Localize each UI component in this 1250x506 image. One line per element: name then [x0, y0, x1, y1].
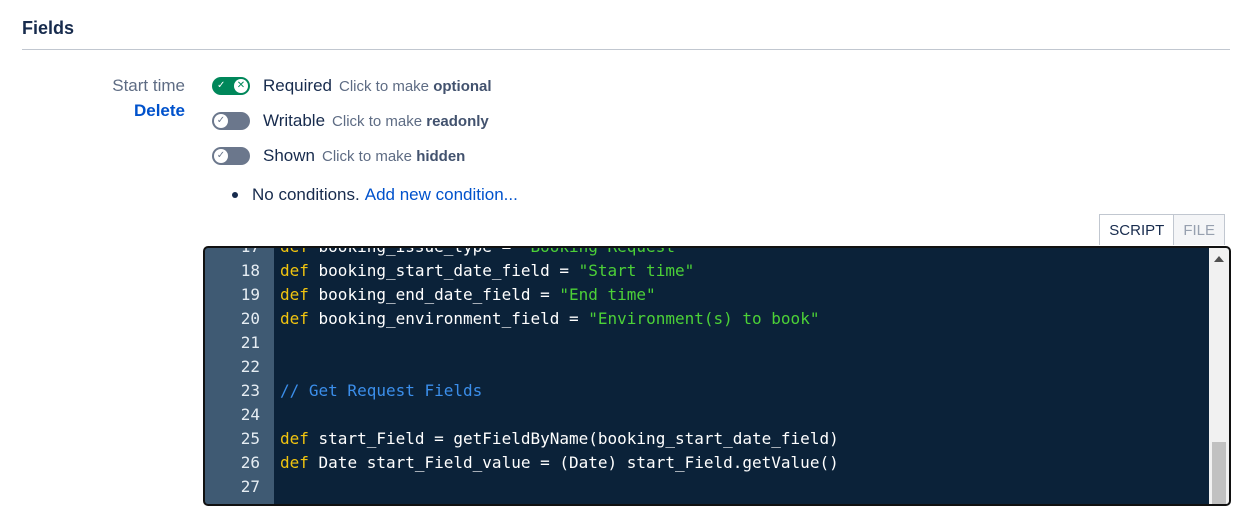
line-number: 22	[240, 357, 260, 376]
code-token: def	[280, 309, 309, 328]
code-token: booking_start_date_field =	[308, 261, 579, 280]
code-token: start_Field = getFieldByName(booking_sta…	[308, 429, 839, 448]
option-required: ✓ ✕ Required Click to make optional	[212, 74, 492, 98]
required-toggle[interactable]: ✓ ✕	[212, 77, 250, 95]
editor-scrollbar[interactable]	[1209, 248, 1229, 504]
section-title: Fields	[22, 18, 75, 38]
code-line: 19 def booking_end_date_field = "End time…	[205, 283, 1209, 307]
code-token: def	[280, 246, 309, 256]
code-token: def	[280, 285, 309, 304]
code-line: 27	[205, 475, 1209, 499]
code-line: 26 def Date start_Field_value = (Date) st…	[205, 451, 1209, 475]
code-text: // Get Request Fields	[280, 379, 482, 403]
scrollbar-thumb[interactable]	[1212, 442, 1226, 504]
writable-hint[interactable]: Click to make readonly	[332, 113, 489, 130]
code-token: "Booking Request"	[520, 246, 685, 256]
code-token: booking_issue_type =	[308, 246, 521, 256]
option-shown: ✓ Shown Click to make hidden	[212, 144, 465, 168]
line-number: 27	[240, 477, 260, 496]
code-token: "Environment(s) to book"	[588, 309, 820, 328]
line-number: 21	[240, 333, 260, 352]
shown-hint[interactable]: Click to make hidden	[322, 148, 465, 165]
field-name: Start time	[112, 76, 185, 95]
writable-label: Writable	[263, 111, 326, 130]
code-text: def booking_end_date_field = "End time"	[280, 283, 656, 307]
required-label: Required	[263, 76, 332, 95]
code-text: def start_Field = getFieldByName(booking…	[280, 427, 839, 451]
code-line: 17 def booking_issue_type = "Booking Requ…	[205, 246, 1209, 259]
writable-toggle[interactable]: ✓	[212, 112, 250, 130]
line-number: 19	[240, 285, 260, 304]
close-icon: ✕	[234, 79, 248, 93]
code-text: def Date start_Field_value = (Date) star…	[280, 451, 839, 475]
code-lines: 17 def booking_issue_type = "Booking Requ…	[205, 246, 1209, 499]
conditions-text: No conditions.	[252, 185, 360, 204]
shown-toggle[interactable]: ✓	[212, 147, 250, 165]
delete-field-link[interactable]: Delete	[134, 101, 185, 121]
section-divider	[22, 49, 1230, 50]
code-text: def booking_issue_type = "Booking Reques…	[280, 246, 685, 259]
add-condition-link[interactable]: Add new condition...	[365, 185, 518, 205]
code-line: 24	[205, 403, 1209, 427]
line-number: 17	[240, 246, 260, 256]
code-token: booking_end_date_field =	[308, 285, 560, 304]
code-line: 18 def booking_start_date_field = "Start …	[205, 259, 1209, 283]
line-number: 25	[240, 429, 260, 448]
line-number: 18	[240, 261, 260, 280]
code-token: "Start time"	[578, 261, 695, 280]
editor-tabs: SCRIPT FILE	[1099, 214, 1225, 245]
check-icon: ✓	[217, 80, 226, 91]
line-number: 20	[240, 309, 260, 328]
code-token: def	[280, 261, 309, 280]
code-text: def booking_environment_field = "Environ…	[280, 307, 819, 331]
option-writable: ✓ Writable Click to make readonly	[212, 109, 489, 133]
required-hint[interactable]: Click to make optional	[339, 78, 492, 95]
tab-script[interactable]: SCRIPT	[1099, 214, 1175, 245]
code-token: def	[280, 453, 309, 472]
code-line: 22	[205, 355, 1209, 379]
check-icon: ✓	[214, 149, 228, 163]
code-line: 25 def start_Field = getFieldByName(booki…	[205, 427, 1209, 451]
code-text: def booking_start_date_field = "Start ti…	[280, 259, 694, 283]
conditions-list-item: No conditions. Add new condition...	[232, 185, 518, 205]
check-icon: ✓	[214, 114, 228, 128]
scroll-up-icon[interactable]	[1214, 256, 1224, 262]
code-line: 20 def booking_environment_field = "Envir…	[205, 307, 1209, 331]
code-token: "End time"	[559, 285, 656, 304]
line-number: 26	[240, 453, 260, 472]
code-token: booking_environment_field =	[308, 309, 589, 328]
tab-file[interactable]: FILE	[1173, 214, 1225, 245]
code-token: Date start_Field_value = (Date) start_Fi…	[308, 453, 839, 472]
code-token: def	[280, 429, 309, 448]
code-token: // Get Request Fields	[280, 381, 483, 400]
code-editor[interactable]: 17 def booking_issue_type = "Booking Requ…	[203, 246, 1231, 506]
code-line: 21	[205, 331, 1209, 355]
bullet-icon	[232, 192, 238, 198]
code-line: 23 // Get Request Fields	[205, 379, 1209, 403]
shown-label: Shown	[263, 146, 315, 165]
line-number: 23	[240, 381, 260, 400]
line-number: 24	[240, 405, 260, 424]
